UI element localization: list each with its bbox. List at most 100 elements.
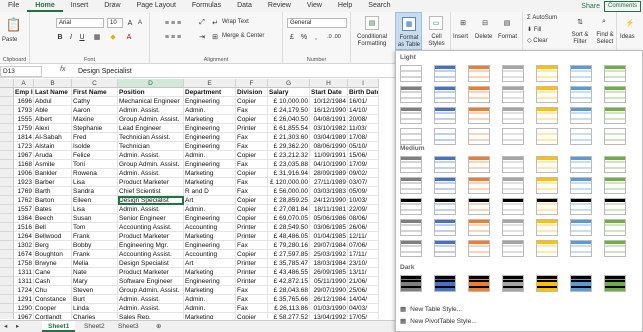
table-style-swatch[interactable] <box>570 65 592 82</box>
percent-icon[interactable]: % <box>299 32 309 42</box>
table-cell[interactable]: Steven <box>72 286 118 295</box>
table-style-swatch[interactable] <box>502 156 524 173</box>
table-cell[interactable]: Admin. <box>184 205 236 214</box>
table-cell[interactable]: R and D <box>184 187 236 196</box>
row-header[interactable] <box>0 187 14 196</box>
menu-review[interactable]: Review <box>260 0 299 12</box>
table-cell[interactable]: Marketing <box>184 313 236 319</box>
table-cell[interactable]: 1793 <box>14 106 34 115</box>
table-cell[interactable]: Boughton <box>34 250 72 259</box>
table-cell[interactable]: Beech <box>34 214 72 223</box>
table-cell[interactable]: £ 120,000.00 <box>268 178 310 187</box>
row-header[interactable] <box>0 223 14 232</box>
column-title[interactable]: Department <box>184 88 236 97</box>
table-cell[interactable]: Engineering Mgr. <box>118 241 184 250</box>
row-header[interactable] <box>0 214 14 223</box>
table-cell[interactable]: Admin. Assist. <box>118 295 184 304</box>
table-cell[interactable]: Copier <box>236 169 268 178</box>
table-cell[interactable]: Constance <box>34 295 72 304</box>
table-cell[interactable]: Charles <box>72 313 118 319</box>
table-cell[interactable]: £ 21,303.60 <box>268 133 310 142</box>
table-cell[interactable]: Marketing <box>184 232 236 241</box>
table-cell[interactable]: Accounting <box>184 250 236 259</box>
new-pivot-style-item[interactable]: ▦ New PivotTable Style... <box>400 317 477 326</box>
table-cell[interactable]: Fax <box>236 295 268 304</box>
table-cell[interactable]: 10/12/1984 <box>310 97 348 106</box>
table-style-swatch[interactable] <box>536 107 558 124</box>
table-style-swatch[interactable] <box>536 198 558 215</box>
table-cell[interactable]: 03/10/1982 <box>310 124 348 133</box>
table-cell[interactable]: 1557 <box>14 205 34 214</box>
table-cell[interactable]: Senior Engineer <box>118 214 184 223</box>
table-style-swatch[interactable] <box>570 198 592 215</box>
menu-data[interactable]: Data <box>229 0 260 12</box>
table-cell[interactable]: 13/11/ <box>348 268 379 277</box>
column-title[interactable]: Salary <box>268 88 310 97</box>
table-style-swatch[interactable] <box>468 177 490 194</box>
table-style-swatch[interactable] <box>468 240 490 257</box>
table-cell[interactable]: 1264 <box>14 232 34 241</box>
column-header-b[interactable]: B <box>34 79 72 88</box>
table-cell[interactable]: 03/07/ <box>348 178 379 187</box>
table-cell[interactable]: Art <box>184 196 236 205</box>
row-header[interactable] <box>0 124 14 133</box>
currency-icon[interactable]: £ <box>287 32 297 42</box>
table-style-swatch[interactable] <box>434 107 456 124</box>
table-style-swatch[interactable] <box>570 128 592 145</box>
table-cell[interactable]: Admin. Assist. <box>118 205 184 214</box>
table-cell[interactable]: Printer <box>236 232 268 241</box>
menu-file[interactable]: File <box>0 0 27 12</box>
table-cell[interactable]: £ 24,179.50 <box>268 106 310 115</box>
conditional-formatting-icon[interactable]: ▤ <box>365 16 379 30</box>
row-header[interactable] <box>0 313 14 319</box>
table-style-swatch[interactable] <box>536 240 558 257</box>
column-title[interactable]: Birth Date <box>348 88 379 97</box>
sort-filter-button[interactable]: Sort & Filter <box>567 32 593 46</box>
table-cell[interactable]: Marketing <box>184 286 236 295</box>
table-style-swatch[interactable] <box>502 275 524 292</box>
table-cell[interactable]: Technician <box>118 142 184 151</box>
table-cell[interactable]: Marketing <box>184 268 236 277</box>
table-cell[interactable]: Accounting Assist. <box>118 223 184 232</box>
borders-icon[interactable]: ▦ <box>92 32 102 42</box>
table-cell[interactable]: 27/11/1989 <box>310 178 348 187</box>
row-header[interactable] <box>0 259 14 268</box>
table-cell[interactable]: £ 27,081.84 <box>268 205 310 214</box>
table-style-swatch[interactable] <box>536 156 558 173</box>
row-header[interactable] <box>0 304 14 313</box>
table-cell[interactable]: Group Admin. Assist. <box>118 286 184 295</box>
table-cell[interactable]: Able <box>34 106 72 115</box>
table-cell[interactable]: 17/09/ <box>348 160 379 169</box>
table-cell[interactable]: Mary <box>72 277 118 286</box>
delete-button[interactable]: Delete <box>475 34 492 40</box>
table-cell[interactable]: Fax <box>236 160 268 169</box>
table-cell[interactable]: 05/10/ <box>348 142 379 151</box>
select-all-corner[interactable] <box>0 79 14 88</box>
table-cell[interactable]: Printer <box>236 277 268 286</box>
table-cell[interactable]: 05/06/1986 <box>310 214 348 223</box>
table-cell[interactable]: Copier <box>236 313 268 319</box>
table-cell[interactable]: £ 10,000.00 <box>268 97 310 106</box>
table-cell[interactable]: 09/02/ <box>348 169 379 178</box>
table-cell[interactable]: Copier <box>236 250 268 259</box>
row-header[interactable] <box>0 106 14 115</box>
sheet-tab-2[interactable]: Sheet2 <box>78 321 111 332</box>
row-header[interactable] <box>0 133 14 142</box>
table-cell[interactable]: £ 58,277.52 <box>268 313 310 319</box>
table-cell[interactable]: 1967 <box>14 313 34 319</box>
table-cell[interactable]: 04/03/ <box>348 304 379 313</box>
table-style-swatch[interactable] <box>400 275 422 292</box>
table-cell[interactable]: Lead Engineer <box>118 124 184 133</box>
decimal-icon[interactable]: .0 .00 <box>323 32 345 42</box>
table-style-swatch[interactable] <box>604 177 626 194</box>
table-cell[interactable]: 17/11/ <box>348 250 379 259</box>
table-cell[interactable]: Fred <box>72 133 118 142</box>
table-cell[interactable]: Design Specialist <box>118 259 184 268</box>
row-header[interactable] <box>0 88 14 97</box>
table-cell[interactable]: Aaron <box>72 106 118 115</box>
column-title[interactable]: Division <box>236 88 268 97</box>
table-cell[interactable]: Melia <box>72 259 118 268</box>
table-cell[interactable]: 28/09/1989 <box>310 169 348 178</box>
table-cell[interactable]: £ 35,785.47 <box>268 259 310 268</box>
table-cell[interactable]: £ 23,035.88 <box>268 160 310 169</box>
